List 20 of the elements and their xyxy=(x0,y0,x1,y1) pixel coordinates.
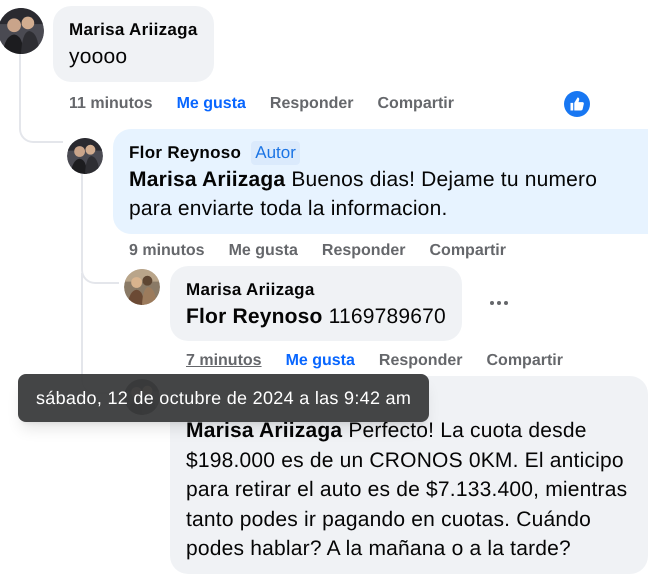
author-name[interactable]: Marisa Ariizaga xyxy=(69,18,198,42)
reply-link[interactable]: Responder xyxy=(322,238,406,262)
share-link[interactable]: Compartir xyxy=(429,238,506,262)
comment-text: Flor Reynoso 1169789670 xyxy=(186,304,446,330)
reply-link[interactable]: Responder xyxy=(270,92,354,116)
like-link[interactable]: Me gusta xyxy=(228,238,298,262)
author-badge: Autor xyxy=(251,140,300,164)
comment-text: yoooo xyxy=(69,44,128,70)
share-link[interactable]: Compartir xyxy=(378,92,454,116)
comment-text: Marisa Ariizaga Buenos dias! Dejame tu numero para enviarte toda la informacion. xyxy=(129,166,598,222)
like-link[interactable]: Me gusta xyxy=(286,349,355,373)
share-link[interactable]: Compartir xyxy=(486,349,563,373)
timestamp-link[interactable]: 7 minutos xyxy=(186,349,262,373)
author-name[interactable]: Marisa Ariizaga xyxy=(186,278,315,302)
like-link[interactable]: Me gusta xyxy=(176,92,246,116)
timestamp-link[interactable]: 11 minutos xyxy=(69,92,153,116)
author-name[interactable]: Flor Reynoso xyxy=(129,140,242,164)
timestamp-link[interactable]: 9 minutos xyxy=(129,238,205,262)
reply-link[interactable]: Responder xyxy=(378,349,462,373)
date-tooltip: sábado, 12 de octubre de 2024 a las 9:42 am xyxy=(18,374,430,422)
